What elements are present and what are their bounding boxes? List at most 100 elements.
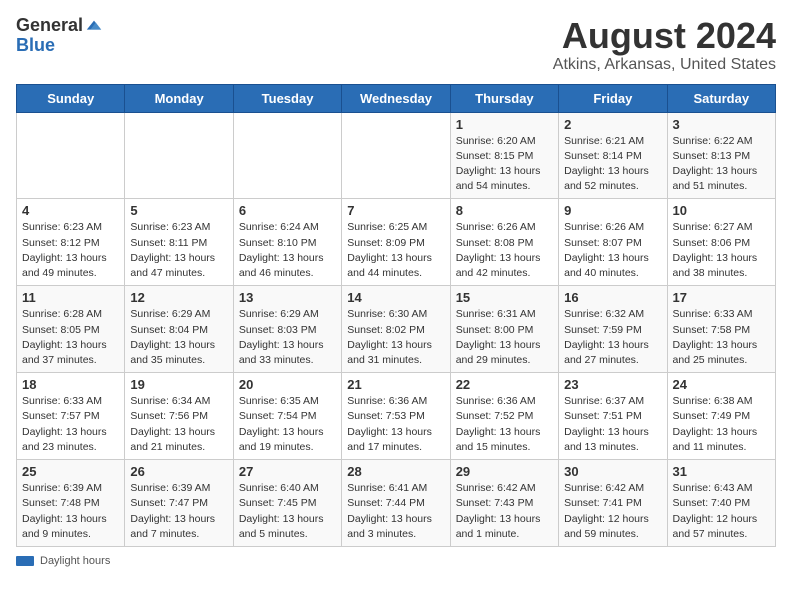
day-number: 29 <box>456 464 553 479</box>
day-info: Sunrise: 6:42 AMSunset: 7:41 PMDaylight:… <box>564 481 661 542</box>
day-number: 31 <box>673 464 770 479</box>
day-info: Sunrise: 6:36 AMSunset: 7:52 PMDaylight:… <box>456 394 553 455</box>
day-info: Sunrise: 6:29 AMSunset: 8:03 PMDaylight:… <box>239 307 336 368</box>
header-day-thursday: Thursday <box>450 84 558 112</box>
calendar-cell <box>342 112 450 199</box>
title-block: August 2024 Atkins, Arkansas, United Sta… <box>553 16 776 74</box>
logo-blue-text: Blue <box>16 36 55 56</box>
day-number: 7 <box>347 203 444 218</box>
day-number: 23 <box>564 377 661 392</box>
calendar-cell: 15 Sunrise: 6:31 AMSunset: 8:00 PMDayligh… <box>450 286 558 373</box>
day-number: 15 <box>456 290 553 305</box>
calendar-cell: 20 Sunrise: 6:35 AMSunset: 7:54 PMDayligh… <box>233 373 341 460</box>
day-number: 10 <box>673 203 770 218</box>
header-day-friday: Friday <box>559 84 667 112</box>
header-day-monday: Monday <box>125 84 233 112</box>
day-number: 5 <box>130 203 227 218</box>
calendar-cell: 24Sunrise: 6:38 AMSunset: 7:49 PMDayligh… <box>667 373 775 460</box>
calendar-cell: 4 Sunrise: 6:23 AMSunset: 8:12 PMDaylight… <box>17 199 125 286</box>
calendar-body: 1Sunrise: 6:20 AMSunset: 8:15 PMDaylight… <box>17 112 776 546</box>
day-info: Sunrise: 6:35 AMSunset: 7:54 PMDaylight:… <box>239 394 336 455</box>
day-info: Sunrise: 6:29 AMSunset: 8:04 PMDaylight:… <box>130 307 227 368</box>
day-info: Sunrise: 6:30 AMSunset: 8:02 PMDaylight:… <box>347 307 444 368</box>
calendar-footer: Daylight hours <box>16 555 776 567</box>
day-info: Sunrise: 6:34 AMSunset: 7:56 PMDaylight:… <box>130 394 227 455</box>
day-number: 13 <box>239 290 336 305</box>
day-number: 11 <box>22 290 119 305</box>
calendar-cell: 29 Sunrise: 6:42 AMSunset: 7:43 PMDayligh… <box>450 460 558 547</box>
day-number: 25 <box>22 464 119 479</box>
header-day-wednesday: Wednesday <box>342 84 450 112</box>
day-info: Sunrise: 6:26 AMSunset: 8:07 PMDaylight:… <box>564 220 661 281</box>
logo-icon <box>85 17 103 35</box>
day-info: Sunrise: 6:40 AMSunset: 7:45 PMDaylight:… <box>239 481 336 542</box>
day-number: 9 <box>564 203 661 218</box>
day-number: 4 <box>22 203 119 218</box>
week-row-3: 11Sunrise: 6:28 AMSunset: 8:05 PMDayligh… <box>17 286 776 373</box>
day-info: Sunrise: 6:27 AMSunset: 8:06 PMDaylight:… <box>673 220 770 281</box>
daylight-bar-icon <box>16 556 34 566</box>
day-info: Sunrise: 6:37 AMSunset: 7:51 PMDaylight:… <box>564 394 661 455</box>
week-row-4: 18 Sunrise: 6:33 AMSunset: 7:57 PMDayligh… <box>17 373 776 460</box>
calendar-cell: 11Sunrise: 6:28 AMSunset: 8:05 PMDayligh… <box>17 286 125 373</box>
calendar-cell: 13 Sunrise: 6:29 AMSunset: 8:03 PMDayligh… <box>233 286 341 373</box>
day-info: Sunrise: 6:42 AMSunset: 7:43 PMDaylight:… <box>456 481 553 542</box>
calendar-cell: 16Sunrise: 6:32 AMSunset: 7:59 PMDayligh… <box>559 286 667 373</box>
day-number: 18 <box>22 377 119 392</box>
day-number: 28 <box>347 464 444 479</box>
day-info: Sunrise: 6:39 AMSunset: 7:48 PMDaylight:… <box>22 481 119 542</box>
calendar-cell: 27 Sunrise: 6:40 AMSunset: 7:45 PMDayligh… <box>233 460 341 547</box>
calendar-cell: 25 Sunrise: 6:39 AMSunset: 7:48 PMDayligh… <box>17 460 125 547</box>
header-day-sunday: Sunday <box>17 84 125 112</box>
calendar-cell: 12 Sunrise: 6:29 AMSunset: 8:04 PMDayligh… <box>125 286 233 373</box>
calendar-cell: 23 Sunrise: 6:37 AMSunset: 7:51 PMDayligh… <box>559 373 667 460</box>
header-row: SundayMondayTuesdayWednesdayThursdayFrid… <box>17 84 776 112</box>
day-info: Sunrise: 6:33 AMSunset: 7:58 PMDaylight:… <box>673 307 770 368</box>
day-info: Sunrise: 6:26 AMSunset: 8:08 PMDaylight:… <box>456 220 553 281</box>
day-info: Sunrise: 6:41 AMSunset: 7:44 PMDaylight:… <box>347 481 444 542</box>
calendar-table: SundayMondayTuesdayWednesdayThursdayFrid… <box>16 84 776 547</box>
calendar-cell: 9 Sunrise: 6:26 AMSunset: 8:07 PMDaylight… <box>559 199 667 286</box>
day-number: 2 <box>564 117 661 132</box>
calendar-cell: 19 Sunrise: 6:34 AMSunset: 7:56 PMDayligh… <box>125 373 233 460</box>
day-number: 22 <box>456 377 553 392</box>
calendar-cell: 31 Sunrise: 6:43 AMSunset: 7:40 PMDayligh… <box>667 460 775 547</box>
calendar-cell: 6Sunrise: 6:24 AMSunset: 8:10 PMDaylight… <box>233 199 341 286</box>
day-number: 30 <box>564 464 661 479</box>
day-number: 24 <box>673 377 770 392</box>
header-day-tuesday: Tuesday <box>233 84 341 112</box>
calendar-cell: 5Sunrise: 6:23 AMSunset: 8:11 PMDaylight… <box>125 199 233 286</box>
day-number: 12 <box>130 290 227 305</box>
week-row-2: 4 Sunrise: 6:23 AMSunset: 8:12 PMDaylight… <box>17 199 776 286</box>
logo-general-text: General <box>16 16 83 36</box>
calendar-cell: 22 Sunrise: 6:36 AMSunset: 7:52 PMDayligh… <box>450 373 558 460</box>
week-row-1: 1Sunrise: 6:20 AMSunset: 8:15 PMDaylight… <box>17 112 776 199</box>
calendar-cell: 2 Sunrise: 6:21 AMSunset: 8:14 PMDaylight… <box>559 112 667 199</box>
calendar-cell: 14Sunrise: 6:30 AMSunset: 8:02 PMDayligh… <box>342 286 450 373</box>
calendar-cell: 10 Sunrise: 6:27 AMSunset: 8:06 PMDayligh… <box>667 199 775 286</box>
calendar-cell <box>233 112 341 199</box>
day-info: Sunrise: 6:39 AMSunset: 7:47 PMDaylight:… <box>130 481 227 542</box>
day-info: Sunrise: 6:43 AMSunset: 7:40 PMDaylight:… <box>673 481 770 542</box>
day-number: 17 <box>673 290 770 305</box>
day-info: Sunrise: 6:31 AMSunset: 8:00 PMDaylight:… <box>456 307 553 368</box>
day-number: 20 <box>239 377 336 392</box>
day-number: 26 <box>130 464 227 479</box>
day-info: Sunrise: 6:23 AMSunset: 8:12 PMDaylight:… <box>22 220 119 281</box>
day-number: 27 <box>239 464 336 479</box>
calendar-cell: 7Sunrise: 6:25 AMSunset: 8:09 PMDaylight… <box>342 199 450 286</box>
day-number: 3 <box>673 117 770 132</box>
day-info: Sunrise: 6:33 AMSunset: 7:57 PMDaylight:… <box>22 394 119 455</box>
day-number: 19 <box>130 377 227 392</box>
day-number: 21 <box>347 377 444 392</box>
logo: General Blue <box>16 16 103 56</box>
calendar-cell <box>17 112 125 199</box>
calendar-cell: 3Sunrise: 6:22 AMSunset: 8:13 PMDaylight… <box>667 112 775 199</box>
day-info: Sunrise: 6:21 AMSunset: 8:14 PMDaylight:… <box>564 134 661 195</box>
day-info: Sunrise: 6:36 AMSunset: 7:53 PMDaylight:… <box>347 394 444 455</box>
page-title: August 2024 <box>553 16 776 56</box>
calendar-cell: 8 Sunrise: 6:26 AMSunset: 8:08 PMDaylight… <box>450 199 558 286</box>
calendar-cell: 1Sunrise: 6:20 AMSunset: 8:15 PMDaylight… <box>450 112 558 199</box>
page-subtitle: Atkins, Arkansas, United States <box>553 56 776 74</box>
day-number: 8 <box>456 203 553 218</box>
